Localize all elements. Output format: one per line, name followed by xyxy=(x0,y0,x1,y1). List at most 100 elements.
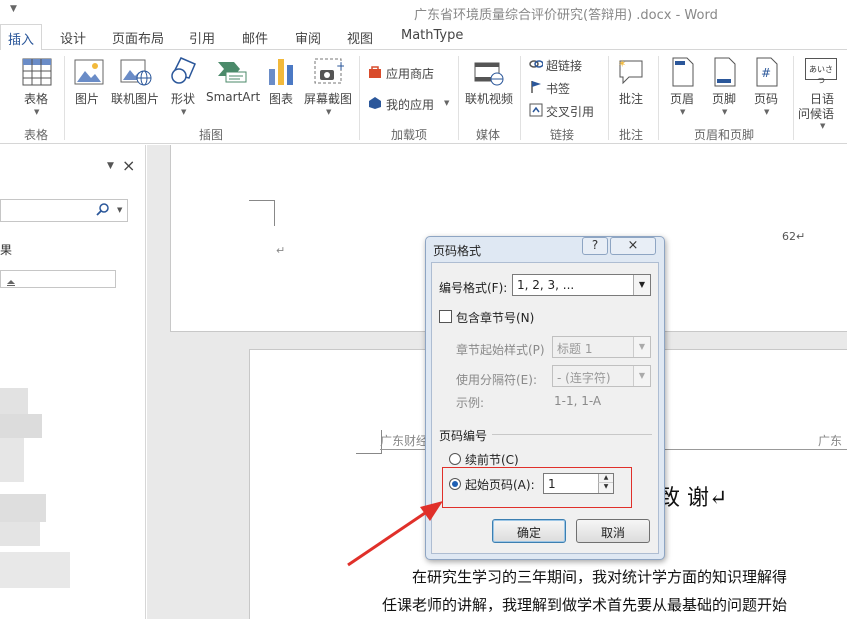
footer-icon[interactable] xyxy=(713,57,737,90)
picture-button[interactable]: 图片 xyxy=(75,90,99,107)
chevron-down-icon[interactable]: ▼ xyxy=(34,108,39,116)
cross-reference-icon[interactable] xyxy=(529,103,543,120)
paragraph-mark: ↵ xyxy=(276,244,286,257)
group-label-media: 媒体 xyxy=(476,128,501,142)
chevron-down-icon[interactable]: ▼ xyxy=(444,99,449,107)
window-title: 广东省环境质量综合评价研究(答辩用) .docx - Word xyxy=(414,8,718,23)
separator-value: - (连字符) xyxy=(557,371,611,385)
header-rule xyxy=(380,449,428,450)
my-apps-button[interactable]: 我的应用 xyxy=(386,96,434,113)
cross-reference-button[interactable]: 交叉引用 xyxy=(546,103,594,120)
chart-button[interactable]: 图表 xyxy=(269,90,293,107)
comment-button[interactable]: 批注 xyxy=(619,90,643,107)
japanese-greeting-icon[interactable]: あいさつ xyxy=(805,58,837,85)
page-number-button[interactable]: 页码 xyxy=(754,90,778,107)
hyperlink-button[interactable]: 超链接 xyxy=(546,57,582,74)
header-text-right[interactable]: 广东 xyxy=(818,432,842,449)
chevron-down-icon[interactable]: ▼ xyxy=(633,337,650,357)
online-picture-button[interactable]: 联机图片 xyxy=(111,90,159,107)
separator-label: 使用分隔符(E): xyxy=(456,373,537,387)
table-button[interactable]: 表格 xyxy=(24,90,48,107)
heading-acknowledgements[interactable]: 致 谢↵ xyxy=(658,480,727,512)
chapter-style-select[interactable]: 标题 1 ▼ xyxy=(552,336,651,358)
store-icon[interactable] xyxy=(368,65,382,82)
tab-mathtype[interactable]: MathType xyxy=(401,28,463,43)
dialog-title: 页码格式 xyxy=(433,244,482,258)
chevron-down-icon[interactable]: ▼ xyxy=(326,108,331,116)
my-apps-icon[interactable] xyxy=(368,96,382,113)
online-video-button[interactable]: 联机视频 xyxy=(465,90,513,107)
app-store-button[interactable]: 应用商店 xyxy=(386,65,434,82)
results-tab[interactable]: 果 xyxy=(0,241,12,258)
divider xyxy=(658,56,659,140)
chevron-down-icon[interactable]: ▼ xyxy=(181,108,186,116)
footer-button[interactable]: 页脚 xyxy=(712,90,736,107)
blurred-content xyxy=(0,522,40,546)
screenshot-button[interactable]: 屏幕截图 xyxy=(304,90,352,107)
shapes-icon[interactable] xyxy=(167,56,199,89)
comment-icon[interactable]: ✶ xyxy=(617,57,645,90)
chart-icon[interactable] xyxy=(267,57,295,90)
page-number-text[interactable]: 62↵ xyxy=(782,230,805,243)
hyperlink-icon[interactable] xyxy=(529,57,544,74)
picture-icon[interactable] xyxy=(74,58,104,89)
table-icon[interactable] xyxy=(22,58,52,89)
tab-page-layout[interactable]: 页面布局 xyxy=(112,28,164,47)
tab-design[interactable]: 设计 xyxy=(60,28,86,47)
svg-text:+: + xyxy=(336,59,344,73)
page-number-icon[interactable]: # xyxy=(755,57,779,90)
online-picture-icon[interactable] xyxy=(120,58,152,89)
tab-insert[interactable]: 插入 xyxy=(0,24,42,51)
continue-radio[interactable] xyxy=(449,453,461,465)
collapse-icon[interactable] xyxy=(7,275,15,289)
blurred-content xyxy=(0,552,70,588)
japanese-greeting-label2[interactable]: 问候语 xyxy=(798,105,834,122)
tab-review[interactable]: 审阅 xyxy=(295,28,321,47)
smartart-icon[interactable] xyxy=(216,58,248,89)
tab-mailings[interactable]: 邮件 xyxy=(242,28,268,47)
tab-references[interactable]: 引用 xyxy=(189,28,215,47)
search-icon[interactable] xyxy=(96,202,110,219)
number-format-label: 编号格式(F): xyxy=(439,281,508,295)
separator-select[interactable]: - (连字符) ▼ xyxy=(552,365,651,387)
header-icon[interactable] xyxy=(671,57,695,90)
pane-options-dropdown-icon[interactable]: ▼ xyxy=(107,161,114,171)
header-button[interactable]: 页眉 xyxy=(670,90,694,107)
chevron-down-icon[interactable]: ▼ xyxy=(633,275,650,295)
navigation-box[interactable] xyxy=(0,270,116,288)
chevron-down-icon[interactable]: ▼ xyxy=(680,108,685,116)
bookmark-icon[interactable] xyxy=(529,80,543,97)
close-button[interactable]: × xyxy=(610,237,656,255)
chevron-down-icon[interactable]: ▼ xyxy=(820,122,825,130)
include-chapter-label[interactable]: 包含章节号(N) xyxy=(456,309,534,326)
number-format-value: 1, 2, 3, ... xyxy=(517,278,575,292)
divider xyxy=(793,56,794,140)
continue-label[interactable]: 续前节(C) xyxy=(465,451,519,468)
chevron-down-icon[interactable]: ▼ xyxy=(117,206,122,214)
smartart-button[interactable]: SmartArt xyxy=(206,90,260,104)
tab-view[interactable]: 视图 xyxy=(347,28,373,47)
include-chapter-checkbox[interactable] xyxy=(439,310,452,323)
divider xyxy=(520,56,521,140)
svg-text:✶: ✶ xyxy=(618,59,626,70)
paragraph-line[interactable]: 在研究生学习的三年期间，我对统计学方面的知识理解得 xyxy=(412,566,787,587)
number-format-select[interactable]: 1, 2, 3, ... ▼ xyxy=(512,274,651,296)
chevron-down-icon[interactable]: ▼ xyxy=(722,108,727,116)
pane-close-icon[interactable]: × xyxy=(122,156,135,175)
ok-button[interactable]: 确定 xyxy=(492,519,566,543)
shapes-button[interactable]: 形状 xyxy=(171,90,195,107)
group-label-tables: 表格 xyxy=(24,128,49,142)
bookmark-button[interactable]: 书签 xyxy=(546,80,570,97)
header-text-left[interactable]: 广东财经 xyxy=(380,432,428,449)
group-label-comments: 批注 xyxy=(619,128,644,142)
chevron-down-icon[interactable]: ▼ xyxy=(633,366,650,386)
chapter-style-label: 章节起始样式(P) xyxy=(456,343,545,357)
paragraph-line[interactable]: 任课老师的讲解，我理解到做学术首先要从最基础的问题开始 xyxy=(382,594,787,615)
cancel-button[interactable]: 取消 xyxy=(576,519,650,543)
svg-text:#: # xyxy=(761,66,771,80)
screenshot-icon[interactable]: + xyxy=(314,58,346,89)
quick-access-dropdown-icon[interactable]: ▼ xyxy=(10,4,17,14)
help-button[interactable]: ? xyxy=(582,237,608,255)
chevron-down-icon[interactable]: ▼ xyxy=(764,108,769,116)
online-video-icon[interactable] xyxy=(474,60,504,89)
